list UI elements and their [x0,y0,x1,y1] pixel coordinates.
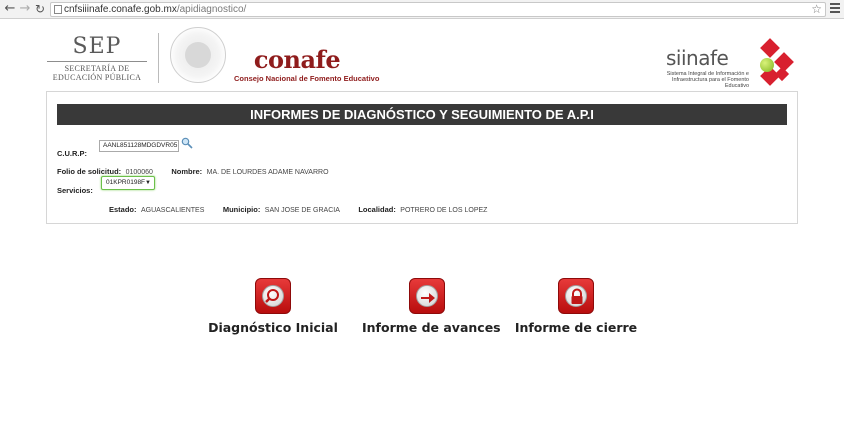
localidad-label: Localidad: [358,205,396,214]
location-row: Estado: AGUASCALIENTES Municipio: SAN JO… [109,199,487,217]
page-icon [54,5,62,14]
mexico-seal-icon [170,27,226,83]
informe-avances-label[interactable]: Informe de avances [362,320,501,335]
servicios-select-value: 01KPR0198F [106,179,146,186]
sep-logo: SEP SECRETARÍA DE EDUCACIÓN PÚBLICA [47,36,147,82]
sep-logo-sub-2: EDUCACIÓN PÚBLICA [52,73,142,82]
estado-label: Estado: [109,205,137,214]
localidad-value: POTRERO DE LOS LOPEZ [400,207,488,214]
curp-row: C.U.R.P: AANL851128MDGDVR05 [57,137,193,161]
search-icon[interactable] [181,137,193,149]
informe-avances-button[interactable]: Informe de avances [362,278,501,335]
sep-logo-word: SEP [72,34,122,59]
curp-input[interactable]: AANL851128MDGDVR05 [99,140,179,152]
back-icon[interactable]: ← [3,2,17,16]
conafe-logo-sub: Consejo Nacional de Fomento Educativo [234,74,380,83]
folio-label: Folio de solicitud: [57,167,122,176]
folio-value: 0100060 [125,169,153,176]
servicios-select[interactable]: 01KPR0198F ▼ [101,176,155,190]
siinafe-logo: siinafe Sistema Integral de Información … [666,38,798,91]
estado-value: AGUASCALIENTES [140,207,205,214]
informe-cierre-label[interactable]: Informe de cierre [511,320,641,335]
conafe-logo: conafe Consejo Nacional de Fomento Educa… [234,45,380,84]
servicios-label: Servicios: [57,186,93,195]
url-text: cnfsiiinafe.conafe.gob.mx/apidiagnostico… [64,4,247,15]
chevron-down-icon: ▼ [145,180,151,186]
sep-logo-sub-1: SECRETARÍA DE [64,64,130,73]
servicios-row: Servicios: 01KPR0198F ▼ [57,176,155,198]
report-panel: INFORMES DE DIAGNÓSTICO Y SEGUIMIENTO DE… [46,91,798,224]
diagnostico-inicial-button[interactable]: Diagnóstico Inicial [208,278,338,335]
page-title: INFORMES DE DIAGNÓSTICO Y SEGUIMIENTO DE… [57,104,787,125]
siinafe-logo-sub: Sistema Integral de Información e Infrae… [666,71,749,89]
siinafe-logo-word: siinafe [666,46,729,70]
padlock-icon[interactable] [558,278,594,314]
siinafe-diamonds-icon [744,38,796,91]
informe-cierre-button[interactable]: Informe de cierre [511,278,641,335]
diagnostico-inicial-label[interactable]: Diagnóstico Inicial [208,320,338,335]
bookmark-star-icon[interactable]: ☆ [811,2,822,16]
address-bar[interactable]: cnfsiiinafe.conafe.gob.mx/apidiagnostico… [50,2,826,17]
browser-toolbar: ← → ↻ cnfsiiinafe.conafe.gob.mx/apidiagn… [0,0,844,19]
menu-icon[interactable] [830,3,840,15]
magnifier-icon[interactable] [255,278,291,314]
nombre-value: MA. DE LOURDES ADAME NAVARRO [206,169,329,176]
folio-row: Folio de solicitud: 0100060 Nombre: MA. … [57,161,329,179]
curp-label: C.U.R.P: [57,149,87,158]
nombre-label: Nombre: [171,167,203,176]
conafe-logo-word: conafe [253,45,341,74]
forward-icon[interactable]: → [18,2,32,16]
arrow-right-icon[interactable] [409,278,445,314]
municipio-label: Municipio: [222,205,261,214]
header: SEP SECRETARÍA DE EDUCACIÓN PÚBLICA cona… [0,19,844,91]
municipio-value: SAN JOSE DE GRACIA [264,207,340,214]
reload-icon[interactable]: ↻ [33,2,47,16]
logo-divider [158,33,159,83]
